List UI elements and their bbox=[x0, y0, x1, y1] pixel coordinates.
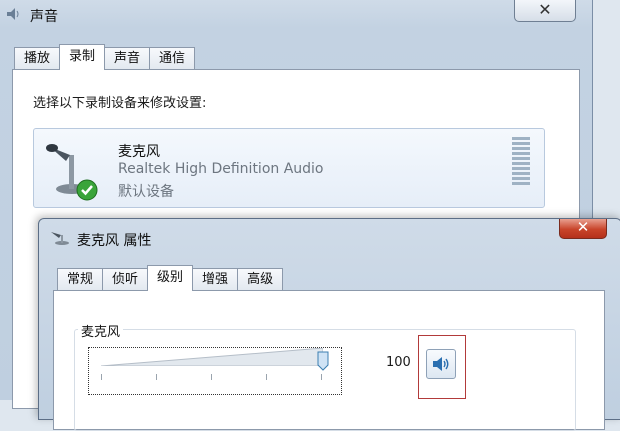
tab-general[interactable]: 常规 bbox=[57, 268, 104, 290]
slider-thumb[interactable] bbox=[317, 351, 329, 371]
slider-wedge bbox=[101, 348, 323, 366]
title-bar: 声音 ✕ bbox=[0, 0, 592, 30]
tab-sounds[interactable]: 声音 bbox=[104, 47, 151, 69]
tab-strip: 播放 录制 声音 通信 bbox=[14, 44, 196, 70]
speaker-app-icon bbox=[7, 8, 19, 20]
tab-recording[interactable]: 录制 bbox=[59, 44, 106, 70]
microphone-small-icon bbox=[51, 232, 69, 245]
properties-dialog: 麦克风 属性 ✕ 常规 侦听 级别 增强 高级 麦克风 100 bbox=[38, 218, 620, 431]
window-title: 声音 bbox=[30, 9, 58, 25]
microphone-level-slider[interactable] bbox=[88, 347, 342, 395]
tab-listen[interactable]: 侦听 bbox=[102, 268, 149, 290]
dialog-tab-strip: 常规 侦听 级别 增强 高级 bbox=[57, 265, 284, 291]
dialog-close-button[interactable]: ✕ bbox=[559, 219, 607, 239]
group-label: 麦克风 bbox=[78, 321, 124, 340]
tab-communications[interactable]: 通信 bbox=[149, 47, 196, 69]
dialog-title: 麦克风 属性 bbox=[77, 233, 152, 249]
device-status: 默认设备 bbox=[118, 184, 174, 200]
input-level-meter bbox=[512, 137, 530, 187]
tab-playback[interactable]: 播放 bbox=[14, 47, 61, 69]
close-button[interactable]: ✕ bbox=[514, 0, 576, 22]
levels-panel: 麦克风 100 bbox=[53, 290, 605, 431]
level-value: 100 bbox=[386, 355, 411, 370]
speaker-icon bbox=[433, 357, 449, 371]
slider-ticks bbox=[101, 374, 323, 380]
device-name: 麦克风 bbox=[118, 144, 160, 160]
tab-enhancements[interactable]: 增强 bbox=[192, 268, 239, 290]
tab-advanced[interactable]: 高级 bbox=[237, 268, 284, 290]
mute-button[interactable] bbox=[426, 349, 456, 379]
device-item-microphone[interactable]: 麦克风 Realtek High Definition Audio 默认设备 bbox=[33, 128, 545, 208]
tab-levels[interactable]: 级别 bbox=[147, 265, 194, 291]
instruction-text: 选择以下录制设备来修改设置: bbox=[33, 96, 207, 111]
device-description: Realtek High Definition Audio bbox=[118, 161, 324, 177]
default-check-icon bbox=[76, 179, 98, 201]
